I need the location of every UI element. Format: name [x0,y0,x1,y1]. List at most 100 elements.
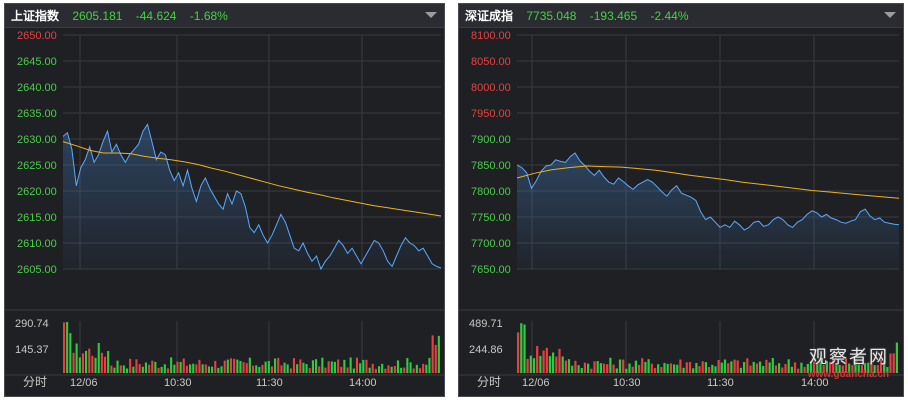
volume-bar [577,365,580,373]
volume-bar [679,359,682,373]
volume-bar [860,365,863,373]
volume-bar [100,352,103,373]
volume-bar [638,365,641,373]
volume-bar [119,365,122,373]
volume-bar [63,322,66,373]
volume-bar [255,365,258,373]
volume-bar [669,363,672,373]
volume-bar [330,361,333,373]
volume-bar [412,368,415,373]
volume-bar [523,324,526,373]
y-tick-label: 7700.00 [471,238,511,250]
volume-bar [305,364,308,373]
volume-bar [368,367,371,373]
volume-bar [245,363,248,373]
volume-bar [189,364,192,373]
volume-bar [615,368,618,373]
price-area [63,124,441,270]
volume-bar [854,359,857,373]
volume-bar [97,343,100,373]
volume-bar [739,367,742,373]
y-tick-label: 7850.00 [471,160,511,172]
volume-bar [787,359,790,373]
volume-bar [378,366,381,373]
volume-bar [758,361,762,373]
volume-max-label: 290.74 [15,318,49,330]
volume-bar [673,364,676,373]
volume-bar [723,359,727,373]
volume-bar [315,359,318,373]
volume-bar [308,368,311,373]
volume-bar [800,362,803,373]
volume-bar [277,357,280,373]
volume-bar [157,367,160,373]
volume-bar [685,362,688,373]
volume-bar [340,366,343,373]
time-tick-label: 10:30 [613,377,641,389]
volume-bar [311,360,314,373]
volume-bar [437,335,440,373]
volume-bar [517,332,520,373]
volume-bar [743,362,746,373]
volume-bar [81,353,84,373]
volume-bar [264,361,267,373]
volume-bar [204,364,207,373]
volume-bar [103,356,106,373]
volume-bar [352,368,355,373]
volume-bar [280,365,283,373]
y-tick-label: 2630.00 [17,134,57,146]
volume-bar [774,365,777,373]
volume-bar [704,362,707,373]
volume-bar [825,361,828,373]
volume-bar [864,363,867,373]
volume-bar [755,363,758,373]
volume-bar [318,366,321,373]
volume-bar [873,365,876,373]
volume-bar [816,362,819,373]
volume-bar [848,363,851,373]
volume-bar [85,350,88,373]
volume-bar [346,367,349,373]
volume-bar [657,364,660,373]
volume-bar [567,359,571,373]
market-dashboard: 上证指数 2605.181 -44.624 -1.68% 2650.00 2645… [0,0,908,401]
volume-bar [185,365,188,373]
volume-bar [631,366,634,373]
volume-bar [634,360,637,373]
time-tick-label: 14:00 [349,377,377,389]
y-tick-label: 2625.00 [17,160,57,172]
volume-bar [286,364,289,373]
volume-bar [220,366,223,373]
volume-bar [362,359,365,373]
volume-bar [239,360,242,373]
volume-bar [784,364,787,373]
volume-bar [355,357,358,373]
volume-bar [558,348,561,373]
volume-bar [542,350,545,373]
volume-bar [596,361,599,373]
y-tick-label: 8100.00 [471,30,511,42]
volume-bar [132,366,135,373]
volume-bar [765,359,768,373]
volume-bar [211,366,214,373]
y-tick-label: 8000.00 [471,82,511,94]
volume-bar [625,368,628,373]
volume-bar [75,343,78,373]
volume-bar [892,353,895,373]
volume-bar [302,362,305,373]
volume-bar [434,344,437,373]
volume-bar [778,363,781,373]
volume-bar [870,361,873,373]
volume-bar [733,359,736,373]
volume-bar [110,365,113,373]
volume-bar [641,358,644,373]
volume-bar [69,333,72,373]
volume-bar [602,363,606,373]
volume-bar [698,366,701,373]
volume-bar [94,357,97,373]
volume-bar [682,367,685,373]
volume-bar [714,366,717,373]
time-tick-label: 10:30 [164,377,192,389]
volume-bar [590,368,593,373]
volume-bar [422,363,425,373]
